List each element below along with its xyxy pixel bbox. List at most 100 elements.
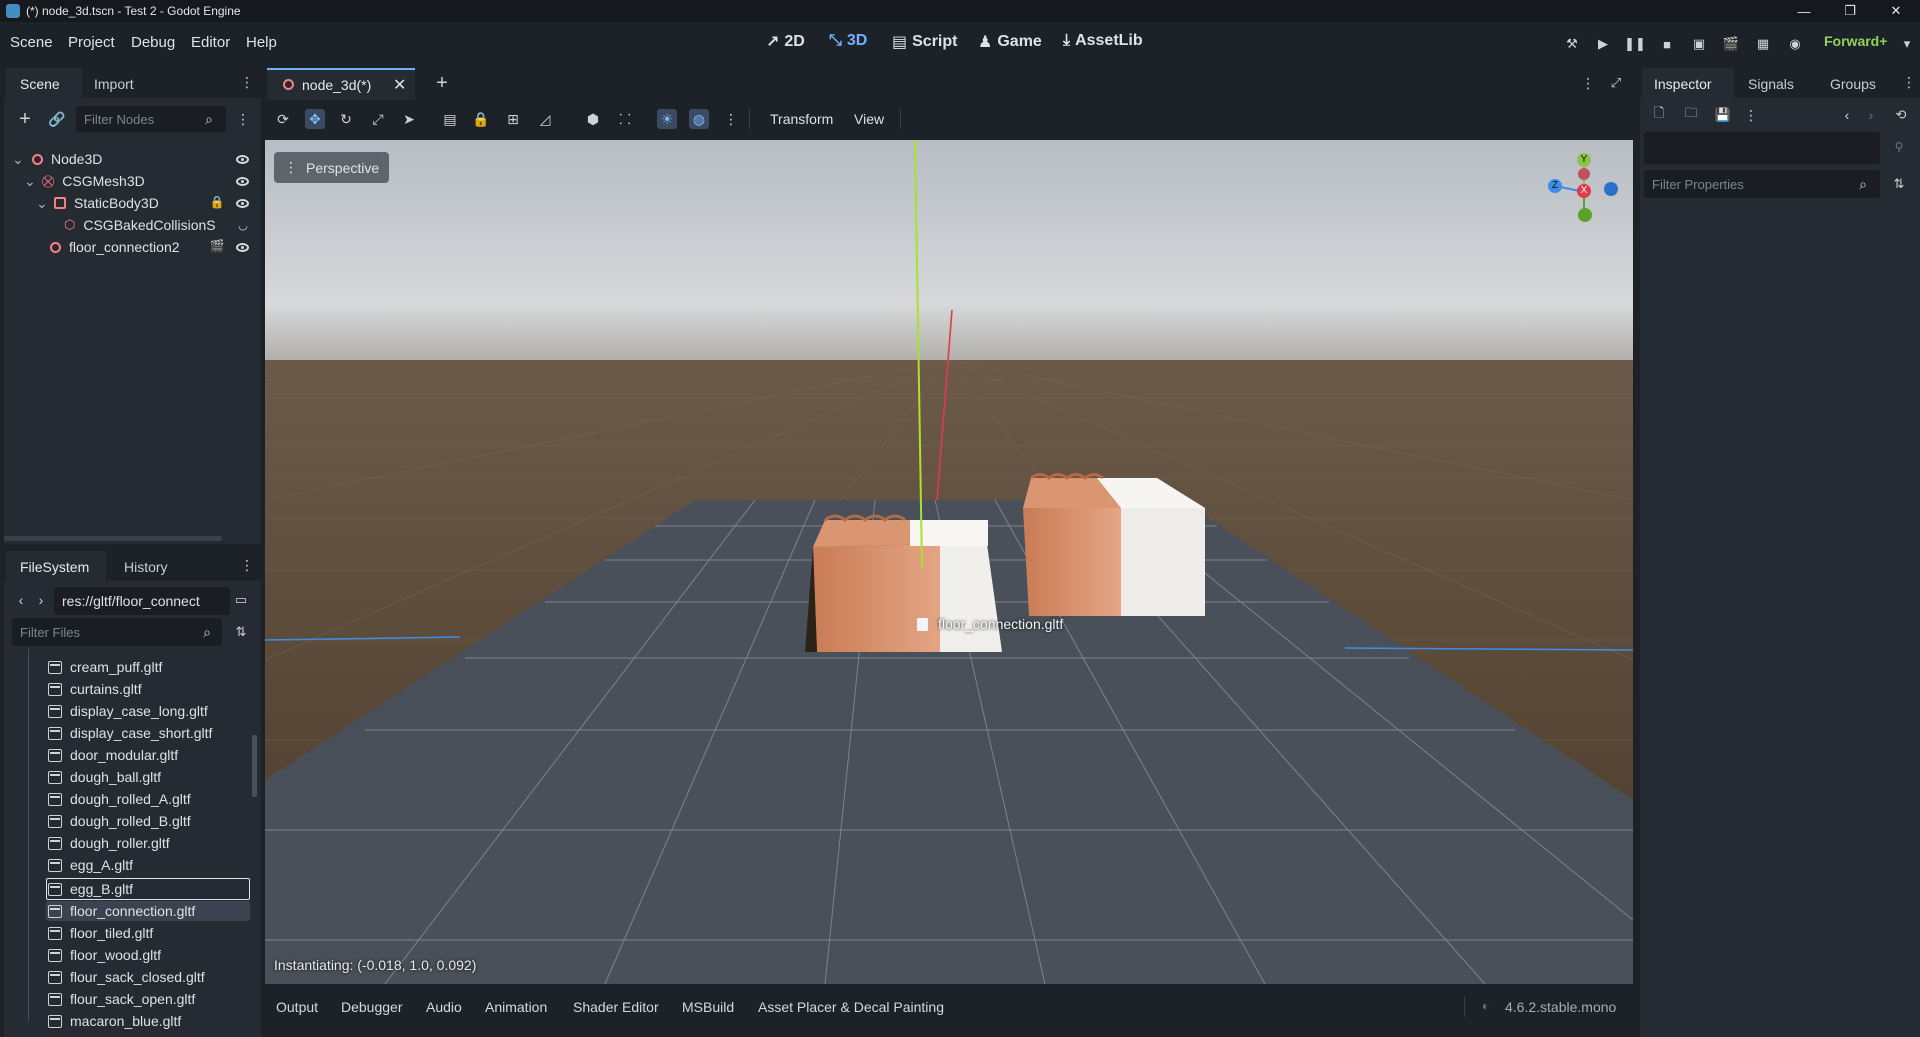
tree-item-csgmesh3d[interactable]: ⌄ ⛒ CSGMesh3D	[24, 172, 145, 190]
dock-menu-icon[interactable]: ⋮	[1902, 74, 1916, 90]
chevron-down-icon[interactable]: ⌄	[12, 151, 26, 168]
workspace-assetlib-button[interactable]: ⤓ AssetLib	[1063, 32, 1143, 50]
tab-msbuild[interactable]: MSBuild	[682, 999, 734, 1015]
measure-icon[interactable]: ◿	[535, 109, 555, 129]
lock-icon[interactable]: 🔒	[471, 109, 491, 129]
tree-item-staticbody3d[interactable]: ⌄ StaticBody3D	[36, 194, 159, 212]
remote-debug-icon[interactable]: ⚒	[1563, 35, 1581, 53]
tab-import[interactable]: Import	[94, 76, 134, 92]
path-field[interactable]: res://gltf/floor_connect	[54, 587, 230, 615]
tab-debugger[interactable]: Debugger	[341, 999, 403, 1015]
menu-scene[interactable]: Scene	[10, 34, 53, 51]
cube-icon[interactable]: ⬢	[583, 109, 603, 129]
gizmo-negative-z-handle[interactable]	[1604, 182, 1618, 196]
view-menu[interactable]: View	[854, 111, 884, 127]
file-item[interactable]: dough_rolled_A.gltf	[48, 790, 191, 808]
file-item[interactable]: curtains.gltf	[48, 680, 142, 698]
new-scene-tab-icon[interactable]: +	[431, 72, 453, 94]
snap-icon[interactable]: ⸬	[615, 109, 635, 129]
open-scene-icon[interactable]: 🎬	[210, 238, 225, 254]
file-item-hovered[interactable]: egg_B.gltf	[48, 880, 133, 898]
workspace-3d-button[interactable]: ⤡ 3D	[829, 32, 867, 50]
chevron-down-icon[interactable]: ⌄	[24, 173, 38, 190]
forward-chevron-icon[interactable]: ›	[34, 591, 48, 609]
play-current-scene-icon[interactable]: ▣	[1690, 35, 1708, 53]
play-icon[interactable]: ▶	[1594, 35, 1612, 53]
close-window-button[interactable]: ✕	[1878, 0, 1914, 22]
scene-tabs-menu-icon[interactable]: ⋮	[1581, 74, 1595, 92]
history-back-icon[interactable]: ‹	[1840, 106, 1854, 124]
file-item[interactable]: flour_sack_closed.gltf	[48, 968, 205, 986]
gizmo-y-handle[interactable]: Y	[1577, 153, 1591, 167]
group-icon[interactable]: ⊞	[503, 109, 523, 129]
add-node-icon[interactable]: +	[14, 108, 36, 130]
tab-inspector[interactable]: Inspector	[1642, 68, 1734, 98]
workspace-game-button[interactable]: ♟ Game	[978, 32, 1042, 52]
file-item[interactable]: flour_sack_open.gltf	[48, 990, 195, 1008]
file-item[interactable]: egg_A.gltf	[48, 856, 133, 874]
file-item[interactable]: floor_wood.gltf	[48, 946, 161, 964]
workspace-2d-button[interactable]: ↗ 2D	[766, 32, 805, 52]
file-item[interactable]: macaron_blue.gltf	[48, 1012, 181, 1030]
tab-filesystem[interactable]: FileSystem	[6, 551, 106, 581]
perspective-menu-button[interactable]: ⋮ Perspective	[274, 152, 389, 183]
ruler-icon[interactable]: ▤	[440, 109, 460, 129]
visibility-eye-icon[interactable]	[236, 199, 249, 208]
visibility-eye-icon[interactable]	[236, 177, 249, 186]
file-item[interactable]: dough_ball.gltf	[48, 768, 161, 786]
pause-icon[interactable]: ❚❚	[1624, 35, 1646, 53]
property-sort-icon[interactable]: ⇅	[1890, 175, 1908, 193]
gizmo-negative-x-handle[interactable]	[1578, 168, 1590, 180]
tab-history[interactable]: History	[124, 559, 168, 575]
scale-mode-icon[interactable]: ⤢	[368, 109, 388, 129]
horizontal-scrollbar[interactable]	[4, 536, 222, 541]
file-item[interactable]: door_modular.gltf	[48, 746, 178, 764]
minimize-button[interactable]: —	[1786, 0, 1822, 22]
dock-menu-icon[interactable]: ⋮	[240, 557, 254, 573]
vertical-scrollbar[interactable]	[252, 735, 257, 797]
object-history-icon[interactable]: ⟲	[1892, 106, 1910, 124]
tree-item-collision[interactable]: ⬡ CSGBakedCollisionS	[64, 216, 216, 234]
tab-groups[interactable]: Groups	[1830, 76, 1876, 92]
tab-asset-placer[interactable]: Asset Placer & Decal Painting	[758, 999, 944, 1015]
orientation-gizmo[interactable]: Y Z X	[1544, 152, 1624, 232]
transform-menu[interactable]: Transform	[770, 111, 833, 127]
tree-item-node3d[interactable]: ⌄ Node3D	[12, 150, 102, 168]
tree-item-floor-connection2[interactable]: floor_connection2	[50, 238, 180, 256]
movie-maker-icon[interactable]: ▦	[1754, 35, 1772, 53]
file-item[interactable]: floor_tiled.gltf	[48, 924, 153, 942]
rotate-mode-icon[interactable]: ↻	[336, 109, 356, 129]
file-item[interactable]: display_case_short.gltf	[48, 724, 212, 742]
sun-preview-icon[interactable]: ☀	[657, 109, 677, 129]
update-spinner-icon[interactable]: ◐	[1482, 999, 1489, 1013]
menu-help[interactable]: Help	[246, 34, 277, 51]
history-forward-icon[interactable]: ›	[1864, 106, 1878, 124]
play-custom-scene-icon[interactable]: 🎬	[1722, 35, 1740, 53]
object-path-field[interactable]	[1644, 132, 1880, 164]
tab-animation[interactable]: Animation	[485, 999, 547, 1015]
3d-viewport[interactable]: floor_connection.gltf Y Z X	[265, 140, 1633, 984]
tab-audio[interactable]: Audio	[426, 999, 462, 1015]
environment-preview-icon[interactable]: ◍	[689, 109, 709, 129]
move-mode-icon[interactable]: ✥	[305, 109, 325, 129]
distraction-free-icon[interactable]: ⤢	[1607, 74, 1625, 92]
tab-shader-editor[interactable]: Shader Editor	[573, 999, 659, 1015]
instance-scene-icon[interactable]: 🔗	[46, 108, 68, 130]
dock-menu-icon[interactable]: ⋮	[240, 74, 254, 90]
gizmo-z-handle[interactable]: Z	[1548, 179, 1562, 193]
sort-icon[interactable]: ⇅	[232, 623, 250, 641]
inspector-menu-icon[interactable]: ⋮	[1744, 106, 1758, 124]
scene-tree-menu-icon[interactable]: ⋮	[236, 110, 250, 128]
preview-menu-icon[interactable]: ⋮	[721, 109, 741, 129]
visibility-eye-icon[interactable]	[236, 243, 249, 252]
file-item[interactable]: dough_rolled_B.gltf	[48, 812, 191, 830]
file-item-selected[interactable]: floor_connection.gltf	[48, 902, 195, 920]
file-item[interactable]: cream_puff.gltf	[48, 658, 162, 676]
tab-output[interactable]: Output	[276, 999, 318, 1015]
open-folder-icon[interactable]: 🗀	[1682, 105, 1700, 124]
renderer-selector[interactable]: Forward+	[1824, 33, 1887, 49]
stop-icon[interactable]: ■	[1658, 35, 1676, 53]
list-select-icon[interactable]: ➤	[399, 109, 419, 129]
split-view-icon[interactable]: ▭	[232, 591, 250, 609]
menu-debug[interactable]: Debug	[131, 34, 175, 51]
